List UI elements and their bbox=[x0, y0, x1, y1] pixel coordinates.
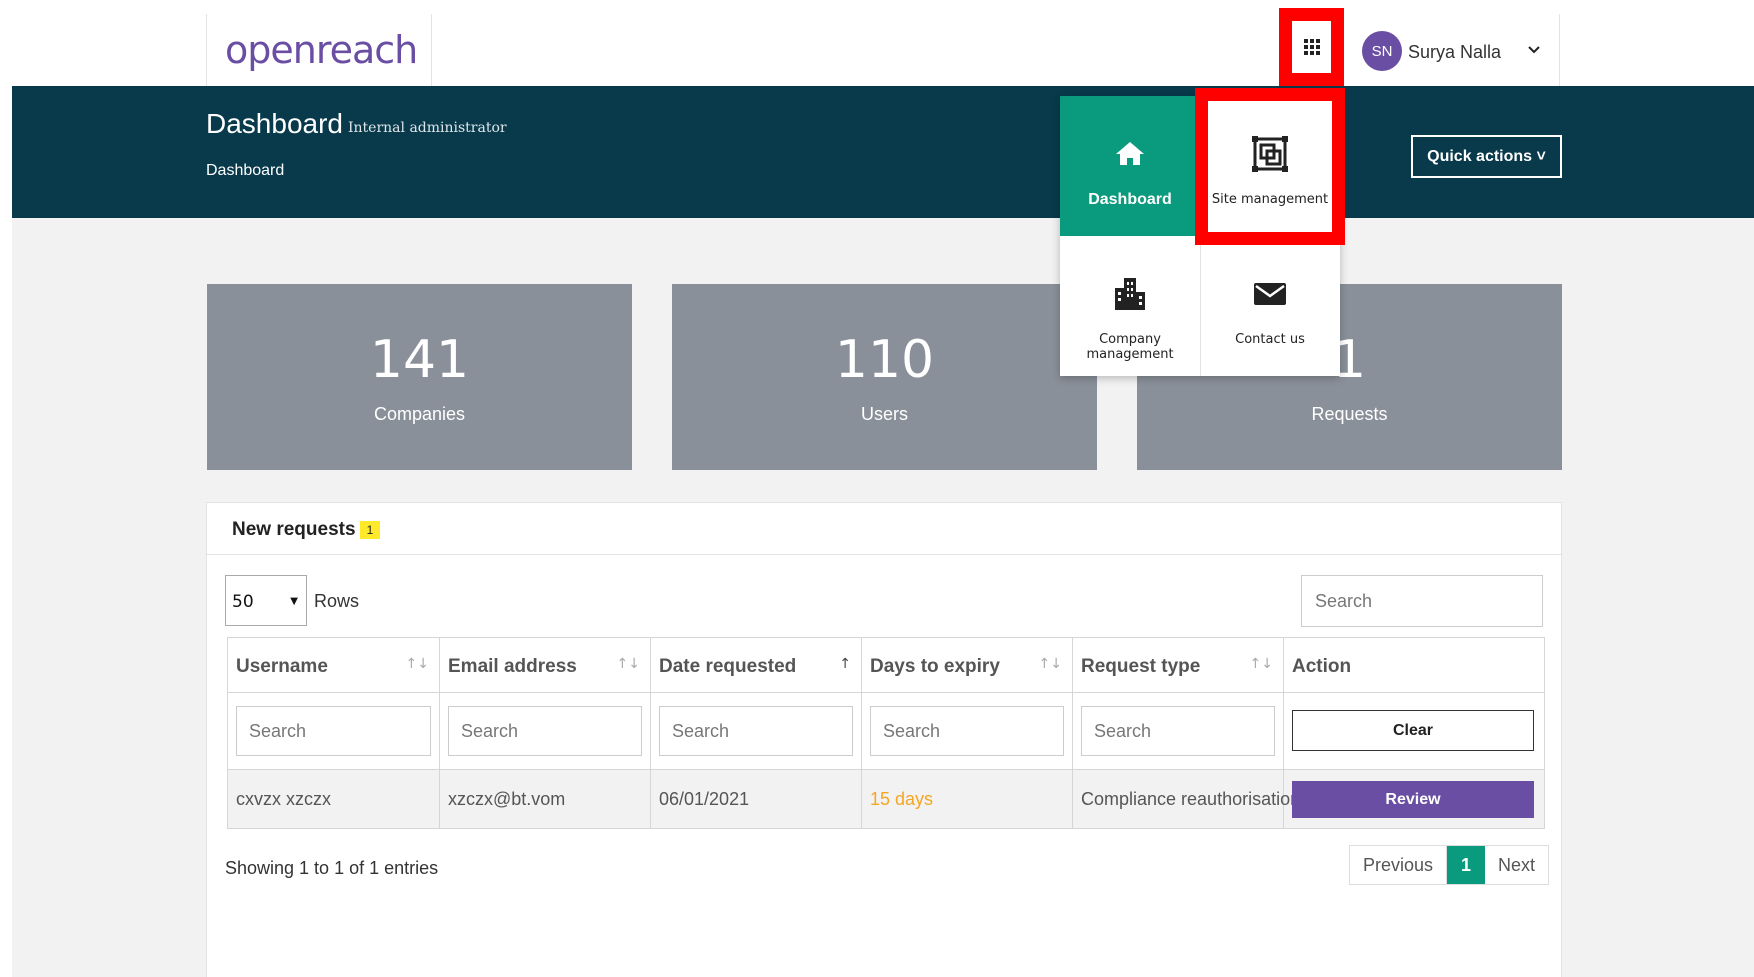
date-filter-input[interactable]: Search bbox=[659, 706, 853, 756]
table-cell: xzczx@bt.vom bbox=[440, 770, 651, 828]
user-name[interactable]: Surya Nalla bbox=[1408, 42, 1501, 63]
grid-icon bbox=[1303, 39, 1320, 55]
table-search-input[interactable]: Search bbox=[1301, 575, 1543, 627]
stat-value: 141 bbox=[369, 330, 470, 390]
quick-actions-button[interactable]: Quick actions ˅ bbox=[1411, 135, 1562, 178]
filter-cell: Search bbox=[228, 693, 440, 769]
sort-icon[interactable]: ↑↓ bbox=[406, 656, 429, 672]
column-header-label: Date requested bbox=[659, 656, 797, 677]
column-header-label: Days to expiry bbox=[870, 656, 1000, 677]
column-header-days-to-expiry[interactable]: Days to expiry ↑↓ bbox=[862, 638, 1073, 692]
app-menu-item-label: Dashboard bbox=[1088, 191, 1172, 208]
page-title: Dashboard bbox=[206, 108, 343, 139]
building-icon bbox=[1115, 278, 1145, 310]
count-badge: 1 bbox=[360, 521, 380, 539]
rows-per-page-select[interactable]: 50 ▼ bbox=[225, 575, 307, 626]
avatar[interactable]: SN bbox=[1362, 31, 1402, 71]
expiry-filter-input[interactable]: Search bbox=[870, 706, 1064, 756]
home-icon bbox=[1116, 142, 1144, 165]
pagination: Previous 1 Next bbox=[1349, 845, 1550, 885]
rows-label: Rows bbox=[314, 591, 360, 611]
filter-cell: Search bbox=[1073, 693, 1284, 769]
table-cell: Compliance reauthorisation bbox=[1073, 770, 1300, 828]
sort-icon[interactable]: ↑↓ bbox=[1250, 656, 1273, 672]
filter-cell: Search bbox=[651, 693, 862, 769]
stat-label: Requests bbox=[1311, 404, 1388, 424]
column-header-date-requested[interactable]: Date requested ↑ bbox=[651, 638, 862, 692]
rows-per-page-value: 50 bbox=[232, 592, 254, 612]
column-header-request-type[interactable]: Request type ↑↓ bbox=[1073, 638, 1284, 692]
menu-divider bbox=[1200, 236, 1201, 376]
request-type-filter-input[interactable]: Search bbox=[1081, 706, 1275, 756]
caret-down-icon: ▼ bbox=[290, 596, 298, 607]
table-cell: 06/01/2021 bbox=[651, 770, 862, 828]
stat-label: Users bbox=[860, 404, 908, 424]
column-header-label: Email address bbox=[448, 656, 577, 677]
clear-filters-button[interactable]: Clear bbox=[1292, 710, 1534, 751]
column-header-action: Action bbox=[1284, 638, 1544, 692]
app-launcher-button[interactable] bbox=[1279, 8, 1344, 86]
filter-cell: Search bbox=[440, 693, 651, 769]
sort-icon[interactable]: ↑↓ bbox=[1039, 656, 1062, 672]
app-menu-item-company-management[interactable]: Company management bbox=[1060, 236, 1200, 376]
email-value: xzczx@bt.vom bbox=[448, 789, 566, 809]
page-number-button[interactable]: 1 bbox=[1447, 846, 1486, 884]
panel-title: New requests bbox=[232, 519, 356, 540]
username-value: cxvzx xzczx bbox=[236, 789, 332, 809]
column-header-username[interactable]: Username ↑↓ bbox=[228, 638, 440, 692]
sort-ascending-icon[interactable]: ↑ bbox=[839, 656, 851, 672]
column-header-label: Request type bbox=[1081, 656, 1201, 677]
table-cell: 15 days bbox=[862, 770, 1073, 828]
filter-cell: Search bbox=[862, 693, 1073, 769]
table-cell: cxvzx xzczx bbox=[228, 770, 440, 828]
stat-card-users[interactable]: 110 Users bbox=[672, 284, 1097, 470]
stat-value: 110 bbox=[834, 330, 935, 390]
email-filter-input[interactable]: Search bbox=[448, 706, 642, 756]
app-menu-item-contact-us[interactable]: Contact us bbox=[1200, 236, 1340, 376]
entries-summary: Showing 1 to 1 of 1 entries bbox=[225, 858, 439, 878]
date-requested-value: 06/01/2021 bbox=[659, 789, 750, 809]
openreach-logo[interactable]: openreach bbox=[225, 28, 418, 72]
app-menu-item-dashboard[interactable]: Dashboard bbox=[1060, 96, 1200, 236]
username-filter-input[interactable]: Search bbox=[236, 706, 431, 756]
column-header-label: Username bbox=[236, 656, 328, 677]
chevron-down-icon[interactable] bbox=[1528, 44, 1540, 56]
requests-table: Username ↑↓ Email address ↑↓ Date reques… bbox=[227, 637, 1545, 829]
request-type-value: Compliance reauthorisation bbox=[1081, 789, 1301, 809]
page-subtitle: Internal administrator bbox=[348, 120, 507, 136]
table-filter-row: Search Search Search Search Search Clear bbox=[228, 693, 1544, 770]
table-header-row: Username ↑↓ Email address ↑↓ Date reques… bbox=[228, 638, 1544, 693]
new-requests-panel: New requests 1 50 ▼ Rows Search Username… bbox=[206, 502, 1562, 977]
app-menu-item-label: Company management bbox=[1086, 332, 1174, 362]
breadcrumb[interactable]: Dashboard bbox=[206, 162, 284, 180]
highlight-annotation bbox=[1195, 88, 1345, 245]
column-header-email[interactable]: Email address ↑↓ bbox=[440, 638, 651, 692]
table-row: cxvzx xzczx xzczx@bt.vom 06/01/2021 15 d… bbox=[228, 770, 1544, 828]
review-button[interactable]: Review bbox=[1292, 781, 1534, 818]
filter-cell: Clear bbox=[1284, 693, 1544, 769]
app-menu-item-label: Contact us bbox=[1235, 332, 1305, 347]
stat-label: Companies bbox=[373, 404, 466, 424]
table-cell: Review bbox=[1284, 770, 1544, 828]
envelope-icon bbox=[1254, 283, 1286, 305]
sort-icon[interactable]: ↑↓ bbox=[617, 656, 640, 672]
days-to-expiry-value: 15 days bbox=[870, 789, 934, 809]
previous-page-button[interactable]: Previous bbox=[1350, 846, 1448, 884]
column-header-label: Action bbox=[1292, 656, 1352, 677]
next-page-button[interactable]: Next bbox=[1485, 846, 1548, 884]
panel-header: New requests 1 bbox=[207, 503, 1561, 555]
stat-card-companies[interactable]: 141 Companies bbox=[207, 284, 632, 470]
